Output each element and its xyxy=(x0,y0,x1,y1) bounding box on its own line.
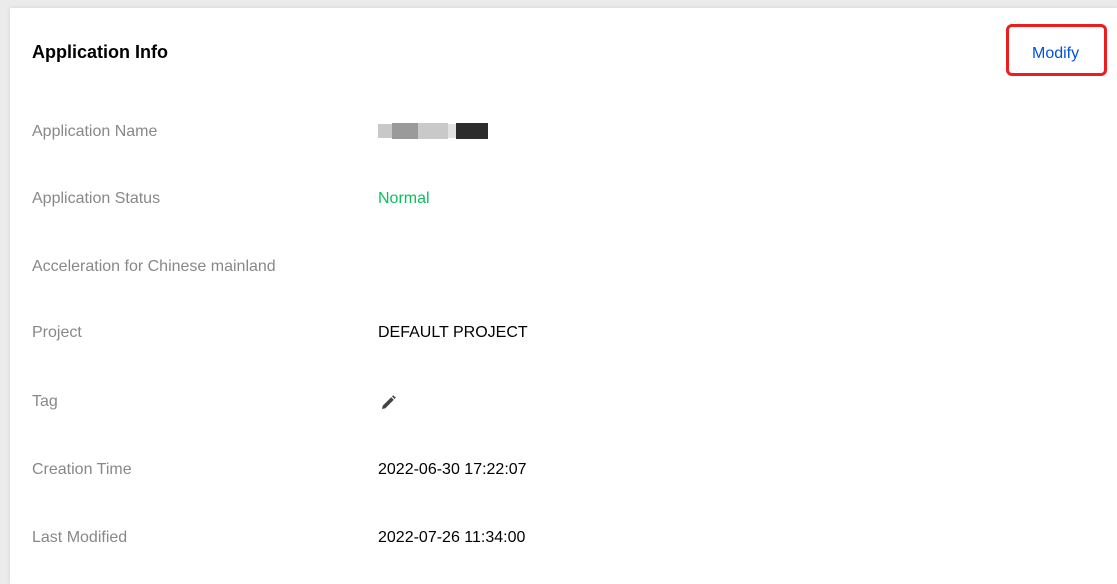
application-info-card: Application Info Modify Application Name… xyxy=(10,8,1117,584)
row-creation-time: Creation Time 2022-06-30 17:22:07 xyxy=(32,458,932,482)
masked-name-redaction xyxy=(378,123,488,139)
modify-link[interactable]: Modify xyxy=(1032,44,1079,64)
row-tag: Tag xyxy=(32,390,932,414)
application-status-value: Normal xyxy=(378,190,430,207)
acceleration-label: Acceleration for Chinese mainland xyxy=(32,258,276,275)
row-project: Project DEFAULT PROJECT xyxy=(32,321,932,345)
last-modified-label: Last Modified xyxy=(32,529,128,546)
tag-label: Tag xyxy=(32,393,58,410)
row-application-status: Application Status Normal xyxy=(32,187,932,211)
application-status-label: Application Status xyxy=(32,190,161,207)
project-value: DEFAULT PROJECT xyxy=(378,324,528,341)
creation-time-value: 2022-06-30 17:22:07 xyxy=(378,461,527,478)
row-application-name: Application Name xyxy=(32,120,932,144)
application-name-label: Application Name xyxy=(32,123,158,140)
card-title: Application Info xyxy=(32,42,168,62)
last-modified-value: 2022-07-26 11:34:00 xyxy=(378,529,526,546)
row-last-modified: Last Modified 2022-07-26 11:34:00 xyxy=(32,526,932,550)
row-acceleration-chinese-mainland: Acceleration for Chinese mainland xyxy=(32,255,932,279)
pencil-edit-icon[interactable] xyxy=(378,393,398,413)
creation-time-label: Creation Time xyxy=(32,461,132,478)
project-label: Project xyxy=(32,324,82,341)
